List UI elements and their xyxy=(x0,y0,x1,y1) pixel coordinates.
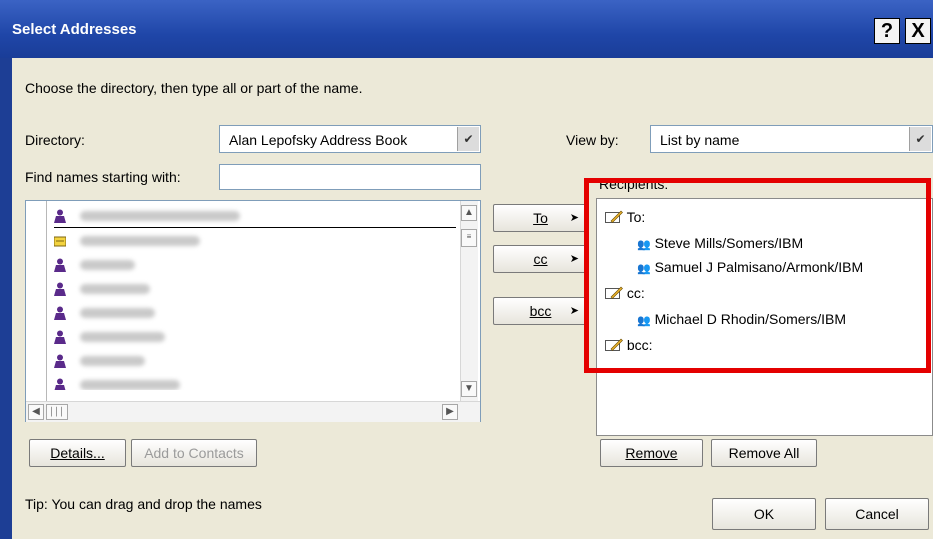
remove-all-button[interactable]: Remove All xyxy=(711,439,817,467)
directory-select[interactable]: Alan Lepofsky Address Book ✔ xyxy=(219,125,481,153)
redacted-name xyxy=(80,211,240,221)
redacted-name xyxy=(80,356,145,366)
arrow-right-icon: ➤ xyxy=(569,212,579,224)
list-item[interactable] xyxy=(54,328,454,348)
help-button[interactable]: ? xyxy=(874,18,900,44)
tip-text: Tip: You can drag and drop the names xyxy=(25,496,262,512)
add-cc-button[interactable]: cc ➤ xyxy=(493,245,588,273)
redacted-name xyxy=(80,284,150,294)
instructions-text: Choose the directory, then type all or p… xyxy=(25,80,363,96)
list-item[interactable] xyxy=(54,280,454,300)
highlight-box xyxy=(584,178,931,373)
chevron-down-icon[interactable]: ✔ xyxy=(909,127,931,151)
redacted-name xyxy=(80,332,165,342)
scroll-thumb[interactable]: ≡ xyxy=(461,229,477,247)
add-bcc-label: bcc xyxy=(529,303,552,319)
list-item[interactable] xyxy=(54,376,454,390)
list-item[interactable] xyxy=(54,352,454,372)
title-bar: Select Addresses ? X xyxy=(0,0,933,58)
arrow-right-icon: ➤ xyxy=(569,305,579,317)
list-item[interactable] xyxy=(54,256,454,276)
person-icon xyxy=(54,282,66,296)
add-bcc-button[interactable]: bcc ➤ xyxy=(493,297,588,325)
arrow-right-icon: ➤ xyxy=(569,253,579,265)
dialog-title: Select Addresses xyxy=(12,21,137,38)
horizontal-scroll-thumb[interactable]: │││ xyxy=(46,404,68,420)
person-icon xyxy=(54,378,66,390)
person-icon xyxy=(54,258,66,272)
remove-label: Remove xyxy=(625,445,678,461)
scroll-left-icon[interactable]: ◀ xyxy=(28,404,44,420)
person-icon xyxy=(54,354,66,368)
names-horizontal-scrollbar[interactable]: ◀ │││ ▶ xyxy=(26,401,480,422)
remove-button[interactable]: Remove xyxy=(600,439,703,467)
add-to-contacts-label: Add to Contacts xyxy=(144,445,244,461)
group-icon xyxy=(54,236,66,247)
directory-value: Alan Lepofsky Address Book xyxy=(229,132,408,148)
find-names-input[interactable] xyxy=(219,164,481,190)
redacted-name xyxy=(80,308,155,318)
ok-button[interactable]: OK xyxy=(712,498,816,530)
directory-label: Directory: xyxy=(25,132,85,148)
ok-label: OK xyxy=(753,506,775,522)
scroll-up-icon[interactable]: ▲ xyxy=(461,205,477,221)
list-item[interactable] xyxy=(54,304,454,324)
redacted-name xyxy=(80,236,200,246)
list-item[interactable] xyxy=(54,207,456,228)
names-vertical-scrollbar[interactable]: ▲ ≡ ▼ xyxy=(460,201,478,401)
scroll-right-icon[interactable]: ▶ xyxy=(442,404,458,420)
details-label: Details... xyxy=(50,445,105,461)
select-addresses-dialog: Select Addresses ? X Choose the director… xyxy=(0,0,933,539)
close-button[interactable]: X xyxy=(905,18,931,44)
details-button[interactable]: Details... xyxy=(29,439,126,467)
dialog-body: Choose the directory, then type all or p… xyxy=(12,58,933,539)
person-icon xyxy=(54,330,66,344)
scroll-down-icon[interactable]: ▼ xyxy=(461,381,477,397)
redacted-name xyxy=(80,380,180,390)
cancel-button[interactable]: Cancel xyxy=(825,498,929,530)
redacted-name xyxy=(80,260,135,270)
person-icon xyxy=(54,306,66,320)
find-label: Find names starting with: xyxy=(25,169,181,185)
view-by-value: List by name xyxy=(660,132,740,148)
add-to-button[interactable]: To ➤ xyxy=(493,204,588,232)
add-to-label: To xyxy=(533,210,548,226)
view-by-select[interactable]: List by name ✔ xyxy=(650,125,933,153)
cancel-label: Cancel xyxy=(855,506,899,522)
view-by-label: View by: xyxy=(566,132,619,148)
add-cc-label: cc xyxy=(533,251,548,267)
add-to-contacts-button: Add to Contacts xyxy=(131,439,257,467)
list-item[interactable] xyxy=(54,232,454,252)
chevron-down-icon[interactable]: ✔ xyxy=(457,127,479,151)
remove-all-label: Remove All xyxy=(728,445,800,461)
names-list[interactable]: ▲ ≡ ▼ ◀ │││ ▶ xyxy=(25,200,481,422)
person-icon xyxy=(54,209,66,223)
